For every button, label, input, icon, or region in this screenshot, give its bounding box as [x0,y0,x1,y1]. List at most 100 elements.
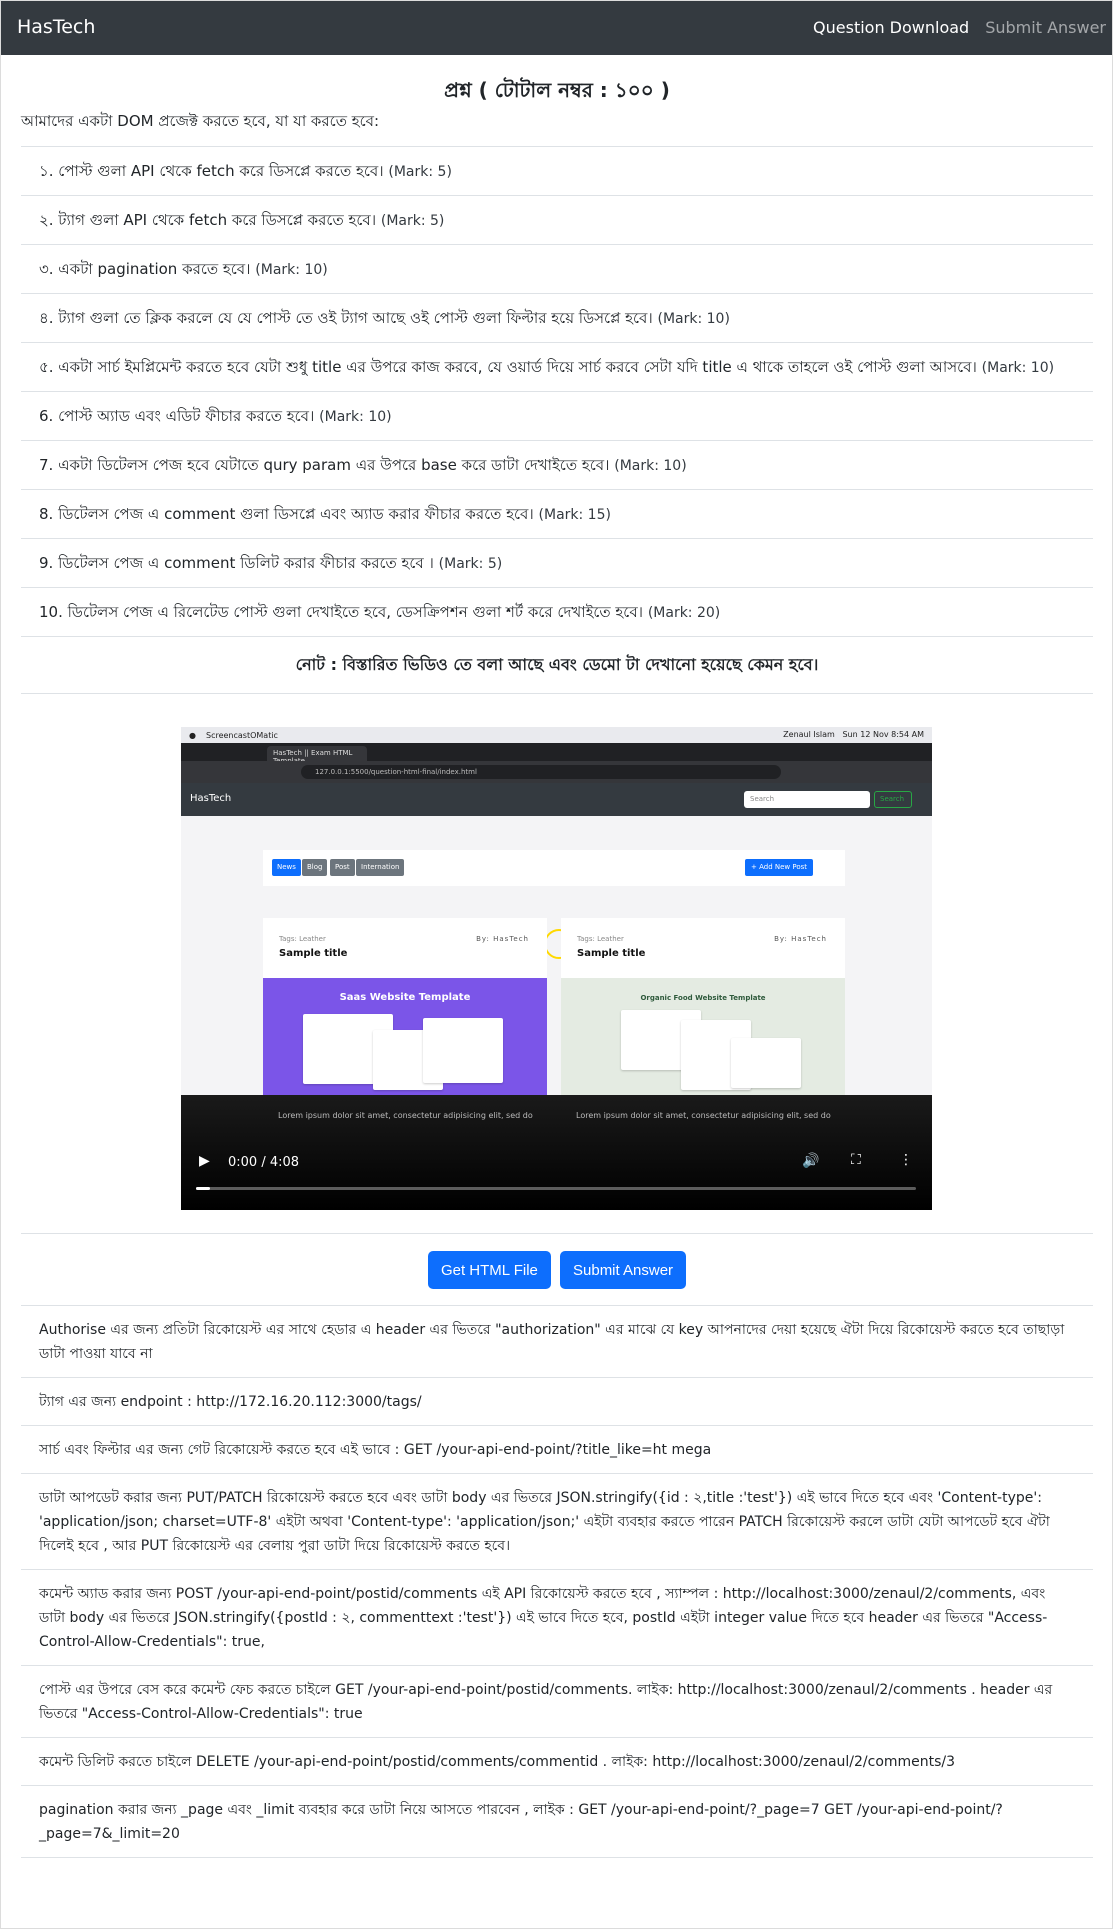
card-author: By: HasTech [476,935,529,943]
tag-chip: Internation [356,859,405,876]
thumb-mockup [731,1038,801,1088]
card-tags-label: Tags: [279,935,297,943]
mac-clock: Sun 12 Nov 8:54 AM [842,730,924,739]
site-search-button: Search [874,791,912,808]
post-card: Tags: Leather By: HasTech Sample title O… [561,918,845,1095]
info-item: pagination করার জন্য _page এবং _limit ব্… [21,1786,1093,1858]
task-item: ২. ট্যাগ গুলা API থেকে fetch করে ডিসপ্লে… [21,196,1093,245]
info-item: ট্যাগ এর জন্য endpoint : http://172.16.2… [21,1378,1093,1426]
question-title: প্রশ্ন ( টোটাল নম্বর : ১০০ ) [444,78,670,102]
task-mark: (Mark: 5) [438,556,503,572]
video-section: ● ScreencastOMatic Zenaul Islam Sun 12 N… [21,694,1093,1234]
card-tag: Leather [597,935,624,943]
main-content: প্রশ্ন ( টোটাল নম্বর : ১০০ ) আমাদের একটা… [21,55,1093,1858]
task-mark: (Mark: 10) [981,360,1055,376]
task-item: 7. একটা ডিটেলস পেজ হবে যেটাতে qury param… [21,441,1093,490]
task-item: 6. পোস্ট অ্যাড এবং এডিট ফীচার করতে হবে। … [21,392,1093,441]
mac-status: Zenaul Islam Sun 12 Nov 8:54 AM [783,730,924,739]
mac-app-name: ScreencastOMatic [205,730,278,740]
more-options-icon[interactable]: ⋮ [899,1152,913,1168]
info-item: কমেন্ট ডিলিট করতে চাইলে DELETE /your-api… [21,1738,1093,1786]
browser-url: 127.0.0.1:5500/question-html-final/index… [301,765,781,779]
site-brand: HasTech [190,793,232,804]
card-author: By: HasTech [774,935,827,943]
task-mark: (Mark: 5) [388,164,452,180]
site-tag-bar: News Blog Post Internation + Add New Pos… [263,850,845,886]
card-caption: Lorem ipsum dolor sit amet, consectetur … [576,1111,831,1120]
note-text: নোট : বিস্তারিত ভিডিও তে বলা আছে এবং ডেম… [21,637,1093,694]
task-item: 8. ডিটেলস পেজ এ comment গুলা ডিসপ্লে এবং… [21,490,1093,539]
tag-chip: News [272,859,301,876]
card-tags: Tags: Leather [279,935,326,943]
task-item: 9. ডিটেলস পেজ এ comment ডিলিট করার ফীচার… [21,539,1093,588]
apple-icon: ● [189,730,196,740]
mac-menu-bar: ● ScreencastOMatic Zenaul Islam Sun 12 N… [181,727,932,743]
nav-question-download[interactable]: Question Download [813,18,969,37]
card-tags: Tags: Leather [577,935,624,943]
site-page: News Blog Post Internation + Add New Pos… [181,816,932,1095]
video-controls: Lorem ipsum dolor sit amet, consectetur … [181,1095,932,1210]
task-text: 7. একটা ডিটেলস পেজ হবে যেটাতে qury param… [39,456,610,474]
card-tag: Leather [299,935,326,943]
tag-chip: Blog [302,859,328,876]
volume-icon[interactable]: 🔊 [802,1153,819,1169]
task-mark: (Mark: 15) [538,507,611,523]
task-text: ৩. একটা pagination করতে হবে। [39,260,251,278]
info-item: সার্চ এবং ফিল্টার এর জন্য গেট রিকোয়েস্ট… [21,1426,1093,1474]
action-buttons: Get HTML File Submit Answer [21,1234,1093,1306]
site-navbar: HasTech Search Search [181,783,932,816]
task-item: ৫. একটা সার্চ ইমপ্লিমেন্ট করতে হবে যেটা … [21,343,1093,392]
demo-video[interactable]: ● ScreencastOMatic Zenaul Islam Sun 12 N… [181,727,932,1210]
video-progress-fill [196,1187,211,1190]
card-caption: Lorem ipsum dolor sit amet, consectetur … [278,1111,533,1120]
info-item: ডাটা আপডেট করার জন্য PUT/PATCH রিকোয়েস্… [21,1474,1093,1570]
browser-tab: HasTech || Exam HTML Template [267,746,367,765]
brand-logo[interactable]: HasTech [17,16,95,38]
task-text: ২. ট্যাগ গুলা API থেকে fetch করে ডিসপ্লে… [39,211,377,229]
play-icon[interactable]: ▶ [199,1153,210,1169]
task-mark: (Mark: 5) [380,213,445,229]
task-text: 8. ডিটেলস পেজ এ comment গুলা ডিসপ্লে এবং… [39,505,534,523]
get-html-button[interactable]: Get HTML File [427,1251,551,1289]
task-text: ৪. ট্যাগ গুলা তে ক্লিক করলে যে যে পোস্ট … [39,309,653,327]
task-mark: (Mark: 10) [614,458,687,474]
browser-window: HasTech || Exam HTML Template 127.0.0.1:… [181,743,932,1095]
browser-address-bar: 127.0.0.1:5500/question-html-final/index… [181,761,932,783]
add-post-button: + Add New Post [745,859,814,876]
browser-tabbar: HasTech || Exam HTML Template [181,743,932,765]
nav-submit-answer[interactable]: Submit Answer [985,18,1106,37]
task-mark: (Mark: 10) [657,311,730,327]
thumb-title: Saas Website Template [339,992,471,1003]
info-item: পোস্ট এর উপরে বেস করে কমেন্ট ফেচ করতে চা… [21,1666,1093,1738]
navbar: HasTech Question Download Submit Answer [1,1,1112,55]
card-thumbnail: Saas Website Template [263,978,547,1095]
task-item: ৩. একটা pagination করতে হবে। (Mark: 10) [21,245,1093,294]
fullscreen-icon[interactable]: ⛶ [851,1152,861,1168]
task-mark: (Mark: 10) [319,409,392,425]
card-thumbnail: Organic Food Website Template [561,978,845,1095]
task-mark: (Mark: 20) [647,605,721,621]
submit-answer-button[interactable]: Submit Answer [560,1251,687,1289]
video-time: 0:00 / 4:08 [228,1155,300,1170]
card-title: Sample title [577,948,646,959]
task-text: 9. ডিটেলস পেজ এ comment ডিলিট করার ফীচার… [39,554,434,572]
task-item: ৪. ট্যাগ গুলা তে ক্লিক করলে যে যে পোস্ট … [21,294,1093,343]
question-intro: আমাদের একটা DOM প্রজেক্ট করতে হবে, যা যা… [21,112,380,130]
info-item: কমেন্ট অ্যাড করার জন্য POST /your-api-en… [21,1570,1093,1666]
task-text: ১. পোস্ট গুলা API থেকে fetch করে ডিসপ্লে… [39,162,384,180]
post-card: Tags: Leather By: HasTech Sample title S… [263,918,547,1095]
task-text: 6. পোস্ট অ্যাড এবং এডিট ফীচার করতে হবে। [39,407,315,425]
page-frame: HasTech Question Download Submit Answer … [0,0,1113,1929]
task-text: 10. ডিটেলস পেজ এ রিলেটেড পোস্ট গুলা দেখা… [39,603,644,621]
task-item: 10. ডিটেলস পেজ এ রিলেটেড পোস্ট গুলা দেখা… [21,588,1093,637]
thumb-mockup [423,1018,503,1083]
tag-chip: Post [330,859,355,876]
task-item: ১. পোস্ট গুলা API থেকে fetch করে ডিসপ্লে… [21,147,1093,196]
nav-links: Question Download Submit Answer [813,18,1106,37]
task-text: ৫. একটা সার্চ ইমপ্লিমেন্ট করতে হবে যেটা … [39,358,977,376]
site-search-input: Search [744,791,870,808]
thumb-title: Organic Food Website Template [640,994,766,1002]
task-list: ১. পোস্ট গুলা API থেকে fetch করে ডিসপ্লে… [21,146,1093,637]
card-tags-label: Tags: [577,935,595,943]
video-progress-bar[interactable] [196,1187,916,1190]
